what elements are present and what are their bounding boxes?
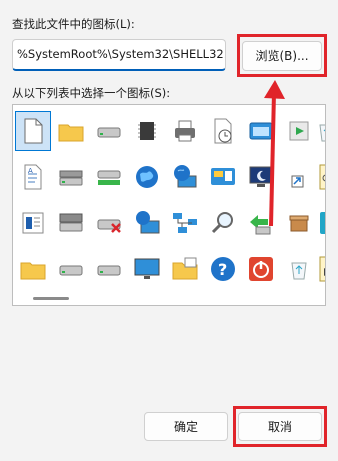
globe-icon bbox=[136, 166, 158, 188]
icon-cell[interactable] bbox=[15, 111, 51, 151]
icon-cell[interactable] bbox=[53, 111, 89, 151]
icon-cell[interactable] bbox=[309, 249, 325, 289]
icon-cell[interactable] bbox=[129, 249, 165, 289]
icon-cell[interactable] bbox=[205, 203, 241, 243]
icon-cell[interactable] bbox=[243, 157, 279, 197]
icon-cell[interactable]: A bbox=[15, 157, 51, 197]
globe-monitor-icon bbox=[174, 165, 197, 188]
icon-cell[interactable] bbox=[167, 157, 203, 197]
icon-cell[interactable] bbox=[309, 111, 325, 151]
icon-cell[interactable] bbox=[205, 111, 241, 151]
browse-highlight bbox=[237, 34, 327, 77]
icon-cell[interactable] bbox=[53, 249, 89, 289]
doc-list-icon bbox=[22, 212, 44, 234]
icon-cell[interactable] bbox=[309, 203, 325, 243]
magnifier-icon bbox=[211, 212, 233, 234]
svg-text:?: ? bbox=[218, 260, 227, 279]
control-panel-icon bbox=[211, 168, 235, 185]
folder-open-icon bbox=[20, 262, 46, 280]
icon-cell[interactable] bbox=[53, 157, 89, 197]
settings-doc-icon bbox=[319, 164, 325, 190]
media-doc-icon bbox=[319, 256, 325, 282]
icon-cell[interactable] bbox=[205, 157, 241, 197]
icon-cell[interactable] bbox=[167, 249, 203, 289]
window-icon bbox=[249, 122, 273, 140]
drive-icon bbox=[97, 127, 121, 138]
icon-cell[interactable] bbox=[243, 203, 279, 243]
svg-text:A: A bbox=[28, 167, 33, 175]
icon-cell[interactable] bbox=[91, 157, 127, 197]
drive2-icon bbox=[59, 265, 83, 276]
green-drive-icon bbox=[97, 170, 121, 185]
blank-file-icon bbox=[24, 118, 43, 144]
moon-monitor-icon bbox=[249, 166, 273, 187]
help-icon: ? bbox=[211, 257, 235, 281]
power-icon bbox=[249, 257, 273, 281]
folder-grid-icon bbox=[172, 257, 198, 280]
ok-button[interactable]: 确定 bbox=[144, 412, 228, 441]
icon-cell[interactable] bbox=[15, 249, 51, 289]
printer-icon bbox=[175, 120, 195, 142]
teal-panel-icon bbox=[320, 212, 325, 234]
icon-cell[interactable] bbox=[167, 111, 203, 151]
folder-icon bbox=[58, 124, 84, 142]
icon-cell[interactable] bbox=[15, 203, 51, 243]
file-label: 查找此文件中的图标(L): bbox=[12, 17, 135, 31]
icon-cell[interactable] bbox=[91, 249, 127, 289]
icon-cell[interactable] bbox=[91, 111, 127, 151]
icon-cell[interactable] bbox=[53, 203, 89, 243]
floppy-drive-icon bbox=[59, 170, 83, 186]
chip-icon bbox=[138, 122, 156, 140]
icon-file-path-input[interactable]: %SystemRoot%\System32\SHELL32.dll bbox=[12, 39, 226, 71]
text-doc-icon: A bbox=[24, 164, 42, 190]
network-icon bbox=[173, 213, 197, 233]
cancel-highlight bbox=[233, 406, 327, 447]
icon-cell[interactable] bbox=[129, 203, 165, 243]
icon-list[interactable]: A? bbox=[12, 104, 326, 306]
network-monitor-icon bbox=[136, 211, 160, 234]
icon-cell[interactable]: ? bbox=[205, 249, 241, 289]
clock-file-icon bbox=[214, 118, 232, 144]
drive3-icon bbox=[97, 265, 121, 276]
icon-cell[interactable] bbox=[243, 111, 279, 151]
icon-cell[interactable] bbox=[129, 111, 165, 151]
monitor-icon bbox=[134, 258, 160, 279]
horizontal-scrollbar[interactable] bbox=[33, 297, 69, 300]
floppy-icon bbox=[59, 213, 83, 232]
arrow-head bbox=[264, 80, 285, 99]
icon-cell[interactable] bbox=[91, 203, 127, 243]
list-label: 从以下列表中选择一个图标(S): bbox=[12, 86, 171, 100]
drive-x-icon bbox=[97, 219, 121, 233]
icon-cell[interactable] bbox=[309, 157, 325, 197]
icon-cell[interactable] bbox=[129, 157, 165, 197]
icon-cell[interactable] bbox=[167, 203, 203, 243]
icon-cell[interactable] bbox=[243, 249, 279, 289]
green-arrow-icon bbox=[250, 215, 271, 235]
recycle-icon bbox=[319, 124, 325, 142]
